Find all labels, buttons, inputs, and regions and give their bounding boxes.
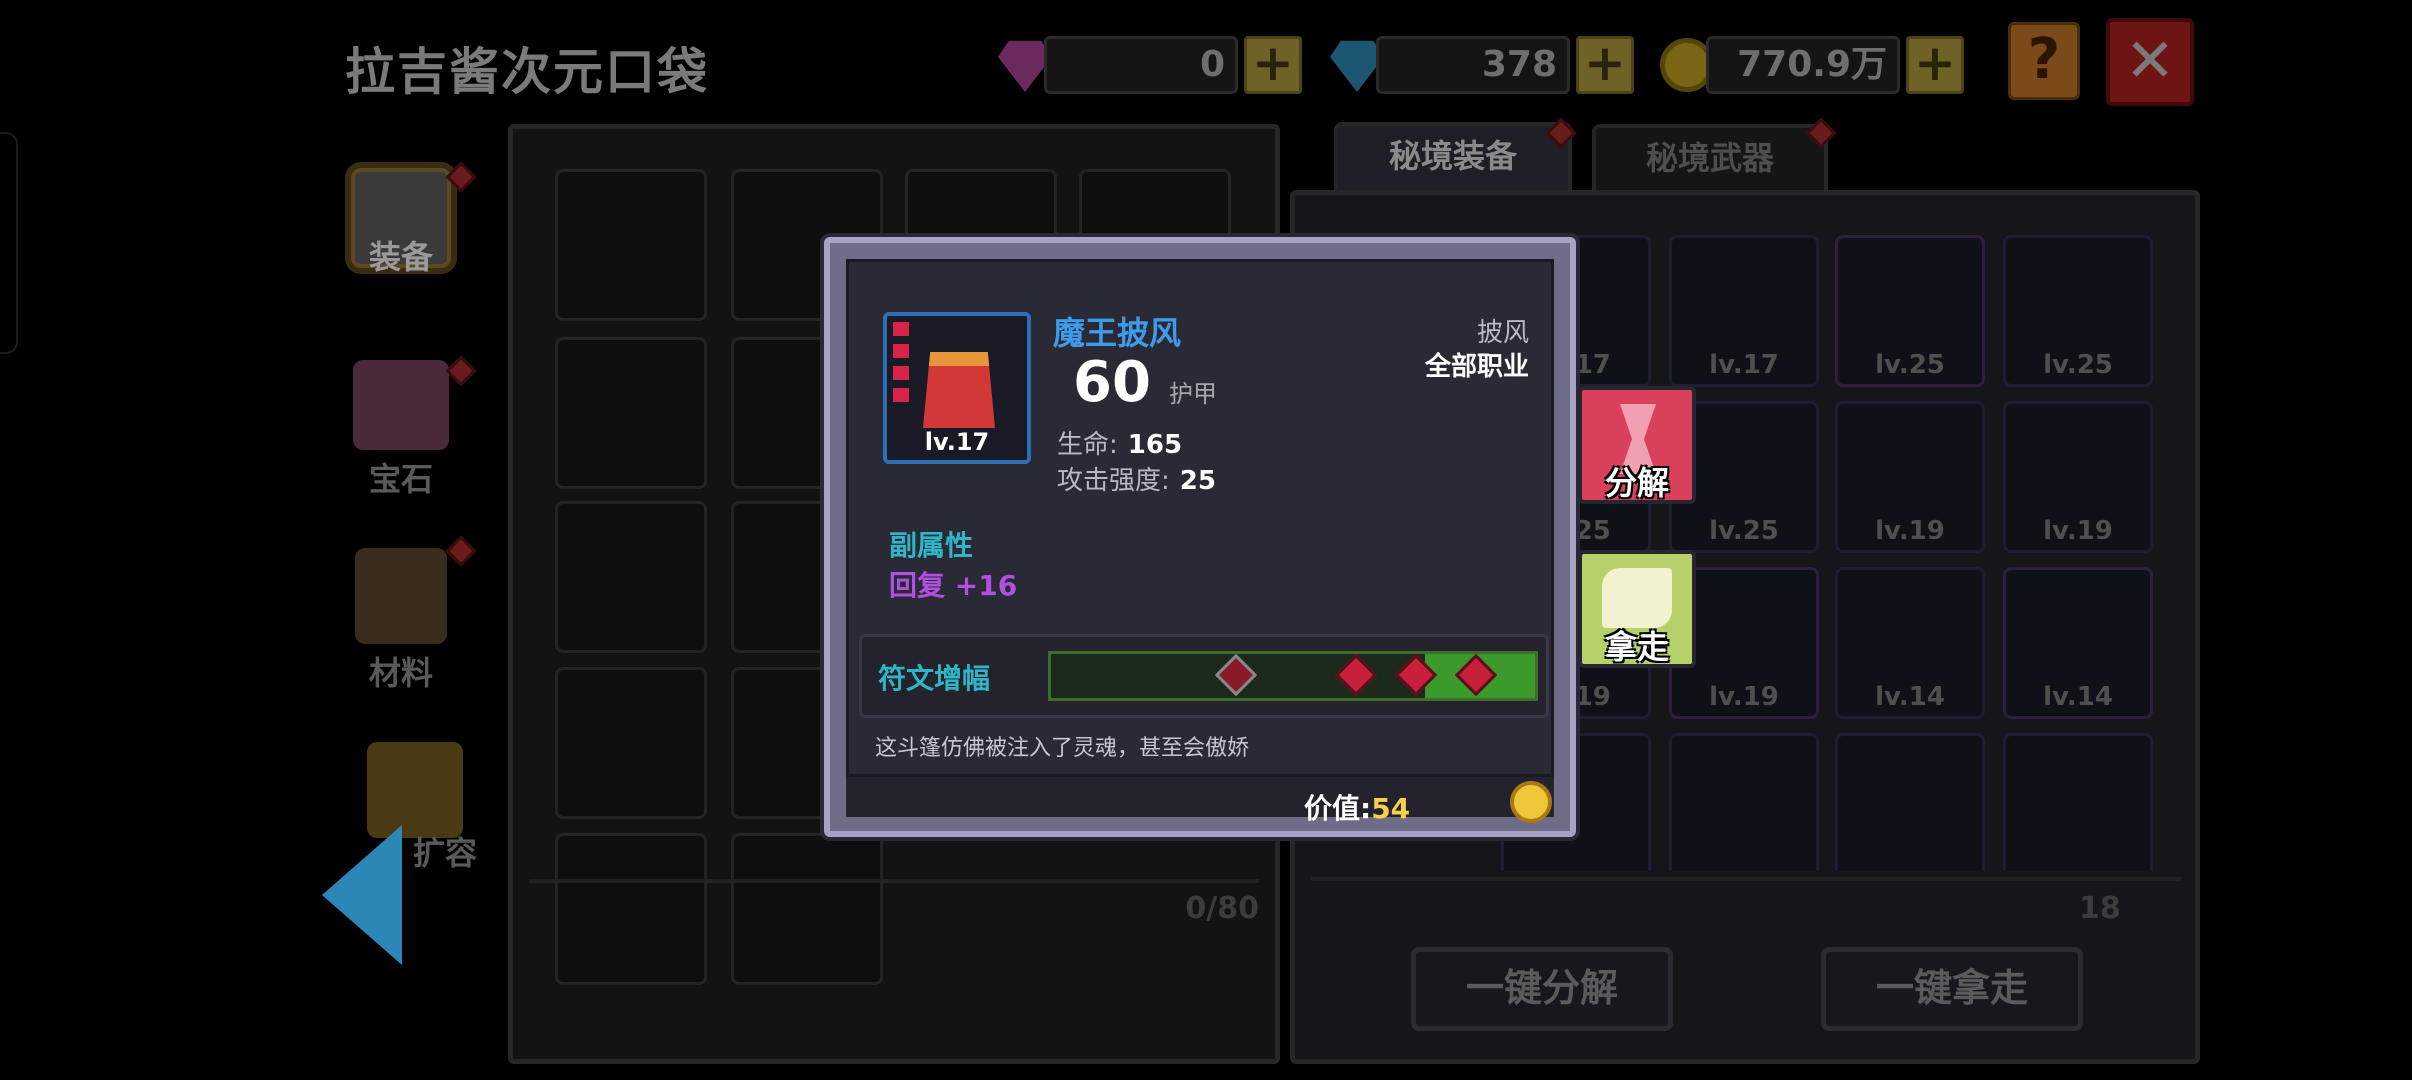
panel-divider [1311,877,2181,881]
bag-slot[interactable] [555,169,707,321]
rune-gem-icon [1334,653,1378,697]
item-slot[interactable]: lv.25 [1835,235,1985,387]
sidebar-item-label: 装备 [368,238,433,276]
rune-section: 符文增幅 [859,634,1549,718]
item-slot[interactable]: lv.25 [2003,235,2153,387]
sidebar-item-materials[interactable]: 材料 [326,548,476,698]
help-button[interactable]: ? [2008,22,2080,100]
currency-value-box: 0 [1044,36,1238,94]
item-slot[interactable]: lv.14 [2003,567,2153,719]
item-level: lv.25 [2043,350,2113,380]
add-blue-gem-button[interactable]: + [1576,36,1634,94]
stat-label: 攻击强度: [1057,466,1170,496]
tooltip-footer [846,777,1554,817]
item-level: lv.14 [2043,682,2113,712]
take-button[interactable]: 拿走 [1578,550,1696,668]
gold-coin-icon [1510,781,1552,823]
item-type: 披风 [1476,318,1529,348]
tab-secret-equipment[interactable]: 秘境装备 [1334,122,1572,190]
item-price: 价值:54 [1304,787,1410,827]
item-level: lv.17 [1709,350,1779,380]
item-tooltip: lv.17 魔王披风 60 护甲 生命: 165 攻击强度: 25 披风 全部职业 … [824,237,1576,837]
decompose-button[interactable]: 分解 [1578,386,1696,504]
rune-socket-icon [1214,653,1258,697]
item-level: lv.25 [1875,350,1945,380]
item-slot[interactable]: lv.14 [1835,567,1985,719]
secret-items-count: 18 [2079,891,2121,926]
sub-attr-value: 回复 +16 [889,569,1018,602]
bag-count: 0/80 [1185,891,1259,926]
sidebar-item-label: 材料 [368,654,433,692]
item-slot[interactable] [2003,733,2153,871]
item-slot[interactable] [1669,733,1819,871]
item-level: lv.14 [1875,682,1945,712]
take-hand-icon [1602,568,1672,628]
item-power-unit: 护甲 [1169,380,1217,408]
currency-gold: 770.9万 + [1660,34,1970,96]
bag-slot[interactable] [555,667,707,819]
bag-slot[interactable] [555,833,707,985]
gem-box-icon [353,360,449,450]
bag-slot[interactable] [555,501,707,653]
bag-slot[interactable] [555,337,707,489]
price-value: 54 [1371,792,1411,825]
currency-blue-gem: 378 + [1330,34,1640,96]
take-label: 拿走 [1604,628,1669,666]
price-label: 价值: [1304,792,1372,825]
bag-divider [529,879,1259,883]
sidebar-item-label: 宝石 [368,460,433,498]
close-button[interactable]: ✕ [2106,18,2194,106]
item-slot[interactable]: lv.19 [1835,401,1985,553]
bag-slot[interactable] [731,833,883,985]
page-title: 拉吉酱次元口袋 [345,43,709,101]
sidebar-item-gems[interactable]: 宝石 [326,360,476,510]
stat-value: 165 [1127,430,1183,460]
item-power: 60 [1073,350,1151,415]
take-all-button[interactable]: 一键拿走 [1821,947,2083,1031]
item-name: 魔王披风 [1053,314,1182,352]
stat-hp: 生命: 165 [1057,424,1182,461]
item-level: lv.17 [924,428,990,456]
cape-icon [923,352,995,428]
add-gold-button[interactable]: + [1906,36,1964,94]
decompose-all-button[interactable]: 一键分解 [1411,947,1673,1031]
item-level: lv.19 [2043,516,2113,546]
item-icon-frame: lv.17 [883,312,1031,464]
sidebar-item-equipment[interactable]: 装备 [326,168,476,318]
item-class: 全部职业 [1424,352,1529,382]
tab-secret-weapons[interactable]: 秘境武器 [1592,124,1828,192]
tooltip-body: lv.17 魔王披风 60 护甲 生命: 165 攻击强度: 25 披风 全部职业 … [846,259,1554,777]
item-level: lv.25 [1709,516,1779,546]
item-level: lv.19 [1875,516,1945,546]
add-pink-gem-button[interactable]: + [1244,36,1302,94]
currency-value: 770.9万 [1737,44,1887,85]
stat-value: 25 [1179,466,1216,496]
rune-bar [1048,651,1538,701]
item-slot[interactable]: lv.19 [2003,401,2153,553]
stat-attack: 攻击强度: 25 [1057,460,1216,497]
item-level: lv.19 [1709,682,1779,712]
item-slot[interactable] [1835,733,1985,871]
rarity-gems-icon [893,322,909,408]
currency-value-box: 378 [1376,36,1570,94]
material-box-icon [355,548,447,644]
currency-value: 378 [1481,44,1557,85]
decompose-label: 分解 [1604,464,1669,502]
currency-pink-gem: 0 + [998,34,1308,96]
rune-label: 符文增幅 [878,662,991,695]
sub-attr-title: 副属性 [889,529,974,562]
item-slot[interactable]: lv.17 [1669,235,1819,387]
prev-page-arrow-icon[interactable] [322,825,402,965]
item-flavor-text: 这斗篷仿佛被注入了灵魂，甚至会傲娇 [875,736,1250,761]
chest-icon [367,742,463,838]
currency-value-box: 770.9万 [1706,36,1900,94]
currency-value: 0 [1199,44,1225,85]
stat-label: 生命: [1057,430,1118,460]
sidebar-item-label: 扩容 [412,834,477,872]
edge-handle [0,132,18,354]
